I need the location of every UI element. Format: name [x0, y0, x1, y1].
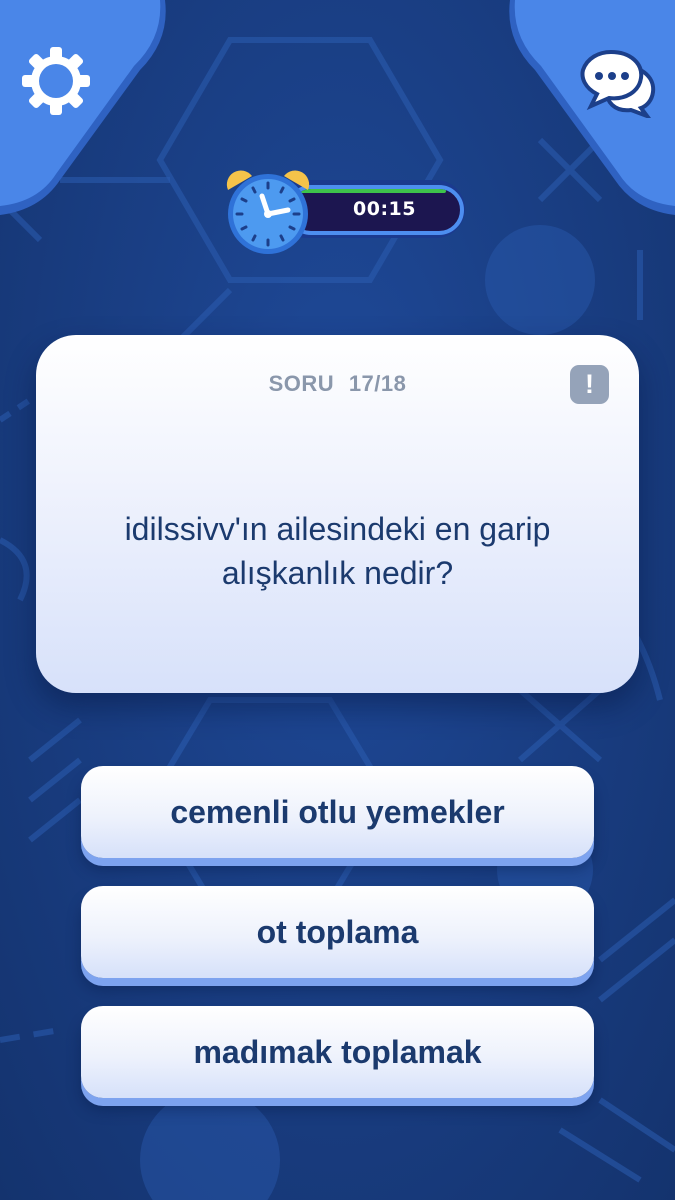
alarm-clock-icon — [226, 170, 310, 254]
answer-option-3[interactable]: madımak toplamak — [81, 1006, 594, 1098]
exclamation-icon: ! — [585, 369, 594, 399]
answer-option-2[interactable]: ot toplama — [81, 886, 594, 978]
gear-icon — [22, 47, 90, 115]
question-counter: SORU 17/18 — [36, 371, 639, 397]
question-label: SORU — [268, 371, 335, 396]
question-text: idilssivv'ın ailesindeki en garip alışka… — [124, 511, 551, 591]
timer: 00:15 — [222, 168, 465, 254]
question-card: SORU 17/18 ! idilssivv'ın ailesindeki en… — [36, 335, 639, 693]
settings-corner-tab — [0, 0, 170, 215]
question-number: 17/18 — [348, 371, 407, 396]
chat-button[interactable] — [577, 48, 657, 122]
timer-time: 00:15 — [353, 198, 416, 220]
chat-bubbles-icon — [580, 49, 656, 121]
answer-option-1[interactable]: cemenli otlu yemekler — [81, 766, 594, 858]
report-button[interactable]: ! — [570, 365, 609, 404]
settings-button[interactable] — [20, 45, 92, 121]
chat-corner-tab — [505, 0, 675, 215]
